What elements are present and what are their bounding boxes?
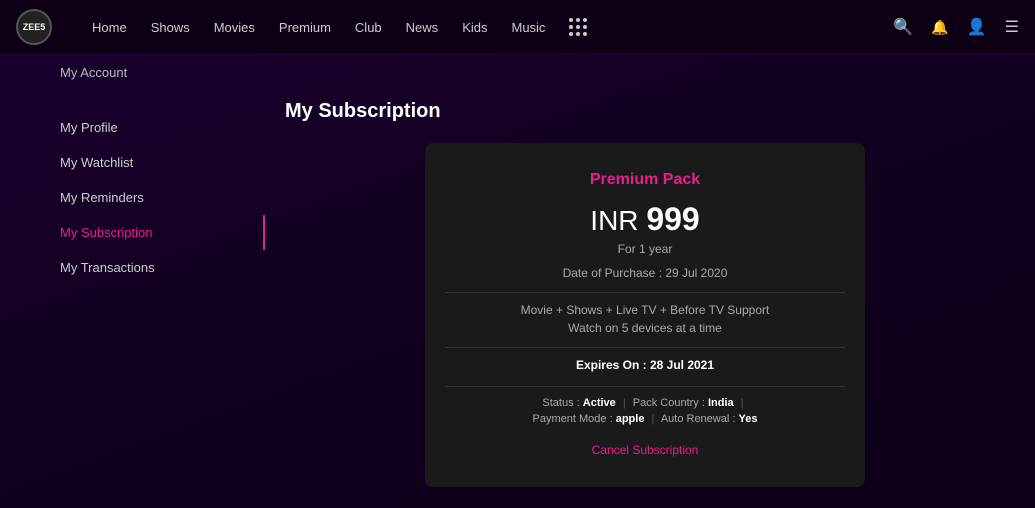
features-text: Movie + Shows + Live TV + Before TV Supp… xyxy=(445,303,845,317)
user-icon[interactable]: 👤 xyxy=(967,17,987,37)
grid-icon[interactable] xyxy=(569,18,588,37)
status-value: Active xyxy=(583,397,616,409)
nav-premium[interactable]: Premium xyxy=(279,20,331,35)
header: ZEE5 Home Shows Movies Premium Club News… xyxy=(0,0,1035,55)
status-row-2: Payment Mode : apple | Auto Renewal : Ye… xyxy=(445,413,845,425)
purchase-date-value: 29 Jul 2020 xyxy=(665,266,727,280)
purchase-date-label: Date of Purchase : xyxy=(563,266,662,280)
duration-label: For 1 year xyxy=(445,242,845,256)
auto-renewal-label: Auto Renewal : xyxy=(661,413,736,425)
nav-movies[interactable]: Movies xyxy=(214,20,255,35)
hamburger-icon[interactable]: ☰ xyxy=(1005,17,1019,37)
nav-shows[interactable]: Shows xyxy=(151,20,190,35)
expiry-line: Expires On : 28 Jul 2021 xyxy=(445,358,845,372)
pack-title: Premium Pack xyxy=(445,171,845,189)
nav-kids[interactable]: Kids xyxy=(462,20,487,35)
header-right: 🔍 🔔 👤 ☰ xyxy=(893,17,1019,37)
devices-text: Watch on 5 devices at a time xyxy=(445,321,845,335)
payment-mode-label: Payment Mode : xyxy=(533,413,613,425)
page-title: My Account xyxy=(60,65,127,80)
auto-renewal-value: Yes xyxy=(738,413,757,425)
search-icon[interactable]: 🔍 xyxy=(893,17,913,37)
expiry-date: 28 Jul 2021 xyxy=(650,358,714,372)
pack-country-label: Pack Country : xyxy=(633,397,705,409)
sidebar-item-transactions[interactable]: My Transactions xyxy=(60,250,265,285)
logo[interactable]: ZEE5 xyxy=(16,9,52,45)
nav-club[interactable]: Club xyxy=(355,20,382,35)
main-nav: Home Shows Movies Premium Club News Kids… xyxy=(92,18,588,37)
sidebar-item-reminders[interactable]: My Reminders xyxy=(60,180,265,215)
sidebar-item-profile[interactable]: My Profile xyxy=(60,110,265,145)
main-content: My Subscription Premium Pack INR 999 For… xyxy=(265,90,1035,501)
sidebar: My Profile My Watchlist My Reminders My … xyxy=(0,90,265,501)
price-value: 999 xyxy=(646,201,699,237)
divider-2 xyxy=(445,347,845,348)
nav-home[interactable]: Home xyxy=(92,20,127,35)
cancel-subscription-link[interactable]: Cancel Subscription xyxy=(592,443,699,457)
price-line: INR 999 xyxy=(445,201,845,238)
nav-news[interactable]: News xyxy=(406,20,439,35)
account-section: My Profile My Watchlist My Reminders My … xyxy=(0,90,1035,501)
price-prefix: INR xyxy=(590,205,638,236)
header-left: ZEE5 Home Shows Movies Premium Club News… xyxy=(16,9,588,45)
expiry-label: Expires On : xyxy=(576,358,647,372)
payment-mode-value: apple xyxy=(616,413,645,425)
subscription-card: Premium Pack INR 999 For 1 year Date of … xyxy=(425,143,865,487)
pack-country-value: India xyxy=(708,397,734,409)
status-label: Status : xyxy=(542,397,579,409)
sidebar-item-watchlist[interactable]: My Watchlist xyxy=(60,145,265,180)
logo-text: ZEE5 xyxy=(23,22,46,32)
sidebar-item-subscription[interactable]: My Subscription xyxy=(60,215,265,250)
notification-icon[interactable]: 🔔 xyxy=(931,19,948,36)
purchase-date: Date of Purchase : 29 Jul 2020 xyxy=(445,266,845,280)
nav-music[interactable]: Music xyxy=(511,20,545,35)
divider-3 xyxy=(445,386,845,387)
subscription-heading: My Subscription xyxy=(285,100,1005,123)
breadcrumb: My Account xyxy=(0,55,1035,90)
status-row-1: Status : Active | Pack Country : India | xyxy=(445,397,845,409)
divider-1 xyxy=(445,292,845,293)
